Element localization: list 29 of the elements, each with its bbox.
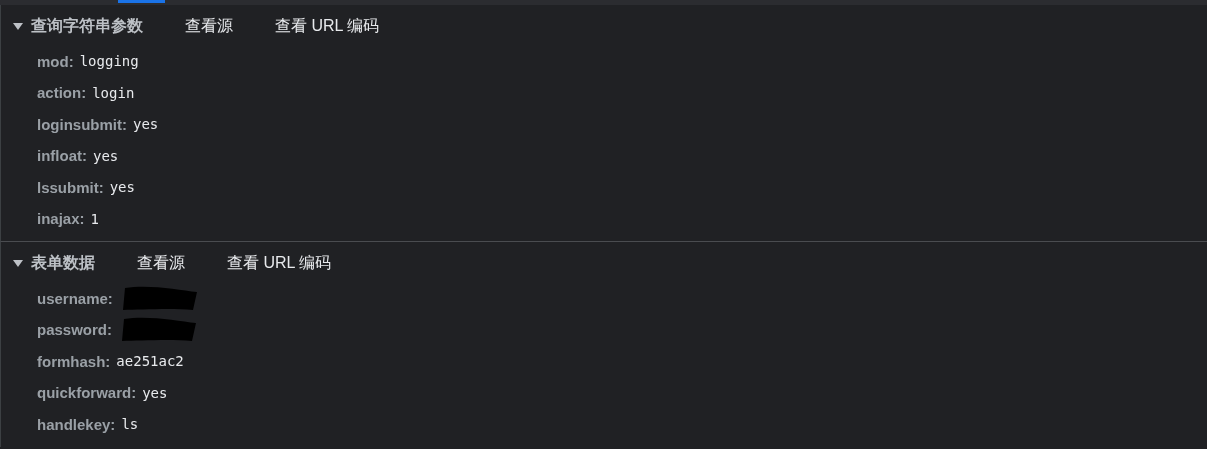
param-name: username:: [37, 288, 113, 309]
param-name: formhash:: [37, 351, 111, 372]
param-value: yes: [133, 115, 159, 135]
param-name: lssubmit:: [37, 177, 104, 198]
param-name: action:: [37, 83, 87, 103]
view-toggle-link[interactable]: 查看 URL 编码: [227, 250, 332, 275]
param-name: mod:: [37, 51, 74, 72]
param-name: quickforward:: [37, 383, 137, 403]
caret-down-icon: [13, 20, 23, 31]
param-name: password:: [37, 320, 112, 340]
param-value: ae251ac2: [116, 352, 184, 372]
param-value: ls: [121, 415, 139, 435]
param-value: yes: [93, 146, 119, 166]
param-value: login: [92, 83, 135, 103]
param-value: logging: [79, 52, 139, 72]
active-tab-indicator: [118, 0, 165, 3]
caret-down-icon: [13, 257, 23, 268]
section-toggle[interactable]: 表单数据: [13, 250, 95, 275]
section-toggle[interactable]: 查询字符串参数: [13, 13, 143, 38]
param-value: 1: [90, 209, 99, 229]
view-toggle-link[interactable]: 查看源: [185, 13, 233, 38]
param-value: yes: [109, 178, 135, 198]
view-toggle-link[interactable]: 查看源: [137, 250, 185, 275]
param-name: handlekey:: [37, 414, 116, 435]
view-toggle-link[interactable]: 查看 URL 编码: [275, 13, 380, 38]
param-name: loginsubmit:: [37, 114, 127, 135]
param-name: infloat:: [37, 146, 87, 166]
param-name: inajax:: [37, 209, 85, 229]
param-value: yes: [142, 383, 168, 403]
